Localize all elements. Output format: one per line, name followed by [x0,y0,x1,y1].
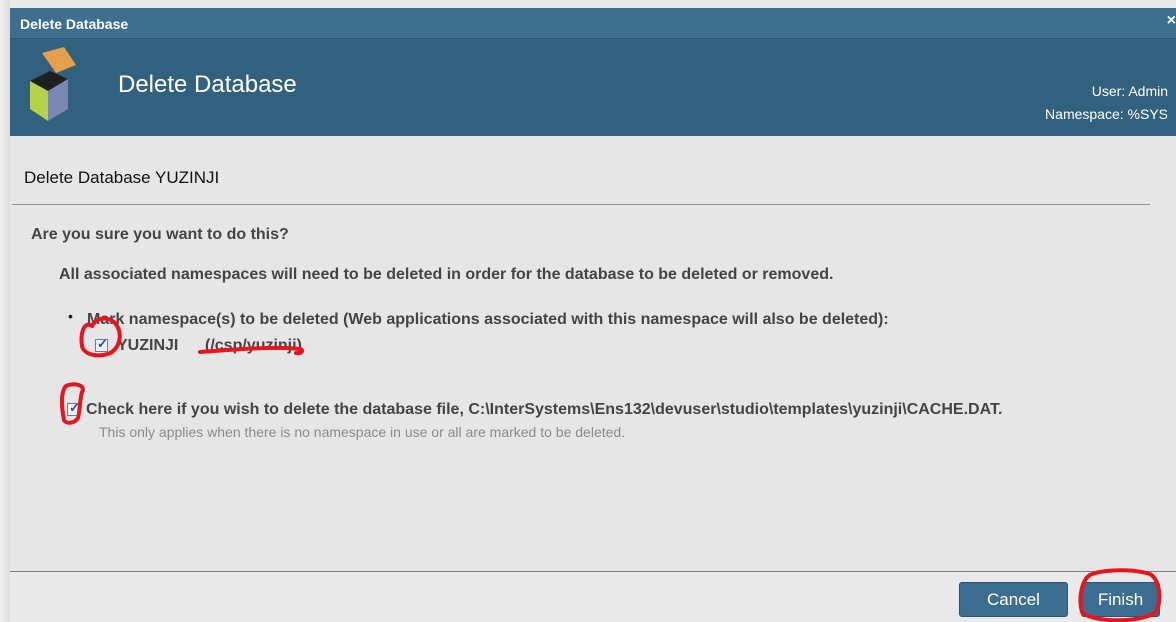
finish-button[interactable]: Finish [1081,582,1160,617]
window-title: Delete Database [20,16,129,32]
associated-namespaces-note: All associated namespaces will need to b… [59,266,834,283]
delete-database-dialog: Delete Database × Delete Database User: … [10,8,1176,622]
divider [12,204,1150,205]
user-info: User: Admin Namespace: %SYS [1045,80,1168,126]
mark-namespaces-label: Mark namespace(s) to be deleted (Web app… [87,311,889,328]
cube-logo-icon [30,47,76,121]
user-label: User: Admin [1091,83,1168,99]
window-left-edge [0,0,10,622]
checkmark-icon: ✓ [69,400,80,415]
namespace-path-link[interactable]: (/csp/yuzinji) [205,337,302,355]
cancel-button[interactable]: Cancel [959,582,1068,617]
confirm-question: Are you sure you want to do this? [31,226,289,243]
delete-file-checkbox[interactable]: ✓ [67,400,80,416]
bullet-icon: • [68,308,73,324]
header-title: Delete Database [118,71,297,98]
close-icon[interactable]: × [1167,12,1176,30]
page-subtitle: Delete Database YUZINJI [24,168,220,187]
dialog-footer: Cancel Finish [10,571,1176,622]
dialog-content: Delete Database YUZINJI Are you sure you… [10,136,1176,576]
dialog-header: Delete Database User: Admin Namespace: %… [10,39,1176,136]
namespace-label: Namespace: %SYS [1045,106,1168,122]
delete-file-hint: This only applies when there is no names… [99,424,626,440]
checkmark-icon: ✓ [97,336,108,351]
namespace-name: YUZINJI [117,337,179,354]
namespace-checkbox[interactable]: ✓ [95,336,108,352]
title-bar[interactable]: Delete Database × [10,8,1176,39]
delete-file-label: Check here if you wish to delete the dat… [86,401,1003,418]
